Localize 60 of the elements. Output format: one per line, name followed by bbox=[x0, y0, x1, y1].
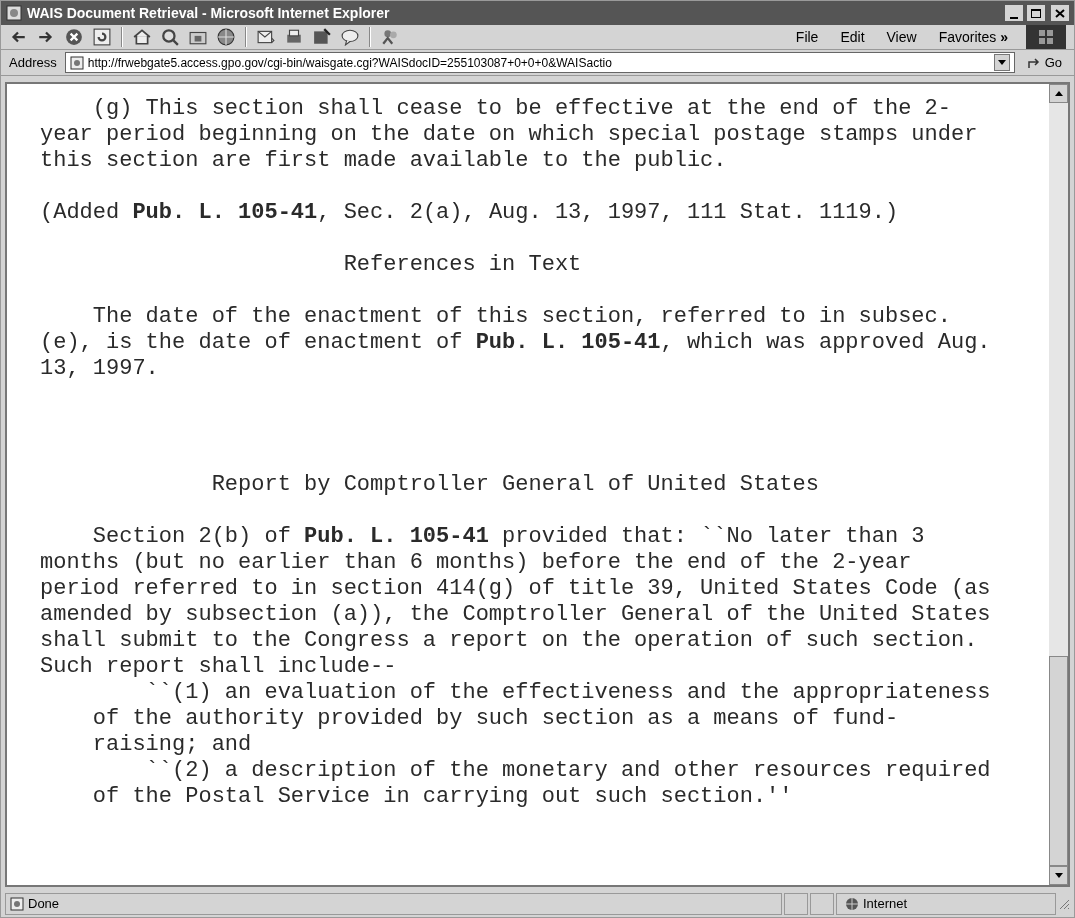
toolbar-button[interactable] bbox=[341, 28, 359, 46]
down-arrow-icon bbox=[1054, 873, 1063, 878]
toolbar-button[interactable] bbox=[65, 28, 83, 46]
caret-icon bbox=[997, 60, 1006, 65]
maximize-icon bbox=[1031, 8, 1041, 18]
close-icon bbox=[1055, 8, 1065, 18]
toolbar-button[interactable] bbox=[313, 28, 331, 46]
section-heading: References in Text bbox=[342, 252, 582, 278]
scroll-up-button[interactable] bbox=[1049, 84, 1068, 103]
zone-text: Internet bbox=[863, 895, 908, 914]
page-icon bbox=[10, 897, 24, 911]
page-icon bbox=[5, 4, 23, 22]
maximize-button[interactable] bbox=[1026, 4, 1046, 22]
address-label: Address bbox=[9, 53, 57, 72]
menu-item[interactable]: View bbox=[886, 26, 917, 48]
speech-bubble-icon bbox=[341, 28, 359, 46]
minimize-icon bbox=[1010, 17, 1018, 19]
toolbar-button[interactable] bbox=[133, 28, 151, 46]
window-title: WAIS Document Retrieval - Microsoft Internet Explorer bbox=[27, 3, 391, 23]
close-button[interactable] bbox=[1050, 4, 1070, 22]
search-icon bbox=[161, 28, 179, 46]
minimize-button[interactable] bbox=[1004, 4, 1024, 22]
dropdown-button[interactable] bbox=[993, 54, 1010, 71]
up-arrow-icon bbox=[1054, 91, 1063, 96]
go-arrow-icon bbox=[1026, 55, 1041, 70]
status-panel bbox=[784, 893, 808, 915]
mail-icon bbox=[257, 28, 275, 46]
paragraph: (g) This section shall cease to be effective at the end of the 2- year period beginning on the date on which special postage stamps under this section are first made available to the public. bbox=[40, 96, 978, 174]
windows-logo-icon bbox=[1039, 30, 1053, 44]
scrollbar-thumb[interactable] bbox=[1049, 656, 1068, 866]
status-panel bbox=[810, 893, 834, 915]
toolbar-button[interactable] bbox=[93, 28, 111, 46]
menu-item[interactable]: Edit bbox=[840, 26, 865, 48]
toolbar-button[interactable] bbox=[257, 28, 275, 46]
toolbar-button[interactable] bbox=[161, 28, 179, 46]
edit-icon bbox=[313, 28, 331, 46]
globe-icon bbox=[845, 897, 859, 911]
scrollbar[interactable] bbox=[1049, 84, 1068, 885]
stop-icon bbox=[65, 28, 83, 46]
toolbar-button[interactable] bbox=[217, 28, 235, 46]
scroll-down-button[interactable] bbox=[1049, 866, 1068, 885]
more-menus-button[interactable]: » bbox=[1000, 26, 1008, 48]
page-icon bbox=[69, 55, 84, 70]
address-field[interactable]: http://frwebgate5.access.gpo.gov/cgi-bin/waisgate.cgi?WAISdocID=255103087+0+0+0&WAISactio bbox=[64, 52, 1015, 73]
section-heading: Report by Comptroller General of United States bbox=[210, 472, 819, 498]
menu-item[interactable]: File bbox=[795, 26, 819, 48]
globe-icon bbox=[217, 28, 235, 46]
toolbar-button[interactable] bbox=[381, 28, 399, 46]
go-button[interactable]: Go bbox=[1022, 52, 1066, 73]
paragraph: The date of the enactment of this section, referred to in subsec. (e), is the date of enactment of Pub. L. 105-41, which was approved Aug. 13, 1997. bbox=[40, 304, 991, 382]
resize-grip-icon[interactable] bbox=[1058, 898, 1070, 910]
status-text: Done bbox=[28, 895, 60, 914]
refresh-icon bbox=[93, 28, 111, 46]
toolbar-button[interactable] bbox=[285, 28, 303, 46]
messenger-icon bbox=[381, 28, 399, 46]
paragraph: Section 2(b) of Pub. L. 105-41 provided that: ``No later than 3 months (but no earlier than 6 months) before the end of the 2-year period referred to in section 414(g) of title 39, United States Code (as amended by subsection (a)), the Comptroller General of the United States shall submit to the Congress a report on the operation of such section. Such report shall include-- ``(1) an evaluation of the effectiveness and the appropriateness of the authority provided by such section as a means of fund- raising; and ``(2) a description of the monetary and other resources required of the Postal Service in carrying out such section.'' bbox=[40, 524, 991, 810]
menu-item[interactable]: Favorites bbox=[938, 26, 997, 48]
printer-icon bbox=[285, 28, 303, 46]
home-icon bbox=[133, 28, 151, 46]
paragraph: (Added Pub. L. 105-41, Sec. 2(a), Aug. 13, 1997, 111 Stat. 1119.) bbox=[40, 200, 899, 226]
